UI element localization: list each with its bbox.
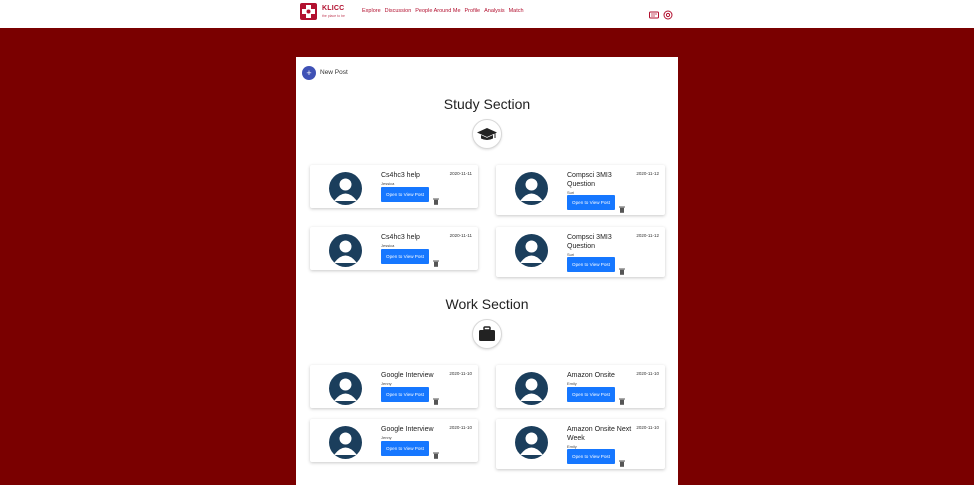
nav-profile[interactable]: Profile (465, 8, 481, 14)
post-date: 2020-11-11 (449, 171, 472, 176)
brand-name[interactable]: KLICC (322, 5, 344, 12)
post-card[interactable]: Google Interview 2020-11-10 Jenny Open t… (310, 365, 478, 408)
graduation-cap-icon (472, 119, 502, 149)
work-section-title: Work Section (445, 296, 529, 312)
avatar (329, 234, 362, 267)
post-author: Jessica (381, 181, 395, 186)
post-title: Google Interview (381, 426, 434, 433)
open-post-button[interactable]: Open to View Post (381, 187, 429, 202)
post-title: Compsci 3MI3 Question (567, 234, 612, 250)
trash-icon[interactable] (619, 262, 625, 275)
trash-icon[interactable] (619, 454, 625, 467)
avatar (329, 426, 362, 459)
trash-icon[interactable] (433, 254, 439, 267)
top-navbar: KLICC the place to be Explore Discussion… (0, 0, 974, 28)
nav-explore[interactable]: Explore (362, 8, 381, 14)
post-date: 2020-11-10 (636, 371, 659, 376)
post-author: Jessica (381, 243, 395, 248)
open-post-button[interactable]: Open to View Post (567, 387, 615, 402)
post-title: Cs4hc3 help (381, 234, 420, 241)
open-post-button[interactable]: Open to View Post (567, 449, 615, 464)
trash-icon[interactable] (619, 200, 625, 213)
post-title: Google Interview (381, 372, 434, 379)
post-title: Amazon Onsite (567, 372, 615, 379)
avatar (515, 372, 548, 405)
open-post-button[interactable]: Open to View Post (381, 387, 429, 402)
trash-icon[interactable] (619, 392, 625, 405)
trash-icon[interactable] (433, 192, 439, 205)
post-date: 2020-11-12 (636, 171, 659, 176)
klicc-logo-icon[interactable] (300, 3, 317, 20)
message-icon[interactable] (649, 7, 659, 19)
post-title: Cs4hc3 help (381, 172, 420, 179)
post-date: 2020-11-10 (449, 371, 472, 376)
post-title: Compsci 3MI3 Question (567, 172, 612, 188)
settings-icon[interactable] (663, 7, 673, 20)
nav-discussion[interactable]: Discussion (385, 8, 412, 14)
open-post-button[interactable]: Open to View Post (567, 195, 615, 210)
new-post-label[interactable]: New Post (320, 69, 348, 76)
post-date: 2020-11-12 (636, 233, 659, 238)
nav-match[interactable]: Match (509, 8, 524, 14)
post-card[interactable]: Amazon Onsite Next Week 2020-11-10 Emily… (496, 419, 665, 469)
post-author: Jenny (381, 435, 392, 440)
avatar (329, 172, 362, 205)
post-title: Amazon Onsite Next Week (567, 426, 632, 442)
briefcase-icon (472, 319, 502, 349)
study-section-title: Study Section (443, 96, 531, 112)
post-card[interactable]: Cs4hc3 help 2020-11-11 Jessica Open to V… (310, 165, 478, 208)
post-card[interactable]: Compsci 3MI3 Question 2020-11-12 Suri Op… (496, 165, 665, 215)
open-post-button[interactable]: Open to View Post (567, 257, 615, 272)
post-date: 2020-11-10 (636, 425, 659, 430)
nav-people-around-me[interactable]: People Around Me (415, 8, 460, 14)
post-card[interactable]: Cs4hc3 help 2020-11-11 Jessica Open to V… (310, 227, 478, 270)
open-post-button[interactable]: Open to View Post (381, 441, 429, 456)
open-post-button[interactable]: Open to View Post (381, 249, 429, 264)
post-author: Emily (567, 381, 577, 386)
post-card[interactable]: Google Interview 2020-11-10 Jenny Open t… (310, 419, 478, 462)
post-date: 2020-11-11 (449, 233, 472, 238)
post-date: 2020-11-10 (449, 425, 472, 430)
post-author: Jenny (381, 381, 392, 386)
avatar (515, 172, 548, 205)
trash-icon[interactable] (433, 446, 439, 459)
post-card[interactable]: Amazon Onsite 2020-11-10 Emily Open to V… (496, 365, 665, 408)
new-post-button[interactable]: + (302, 66, 316, 80)
post-card[interactable]: Compsci 3MI3 Question 2020-11-12 Suri Op… (496, 227, 665, 277)
trash-icon[interactable] (433, 392, 439, 405)
main-nav: Explore Discussion People Around Me Prof… (362, 8, 524, 14)
avatar (329, 372, 362, 405)
avatar (515, 426, 548, 459)
avatar (515, 234, 548, 267)
brand-tagline: the place to be (322, 14, 345, 18)
nav-analysis[interactable]: Analysis (484, 8, 504, 14)
